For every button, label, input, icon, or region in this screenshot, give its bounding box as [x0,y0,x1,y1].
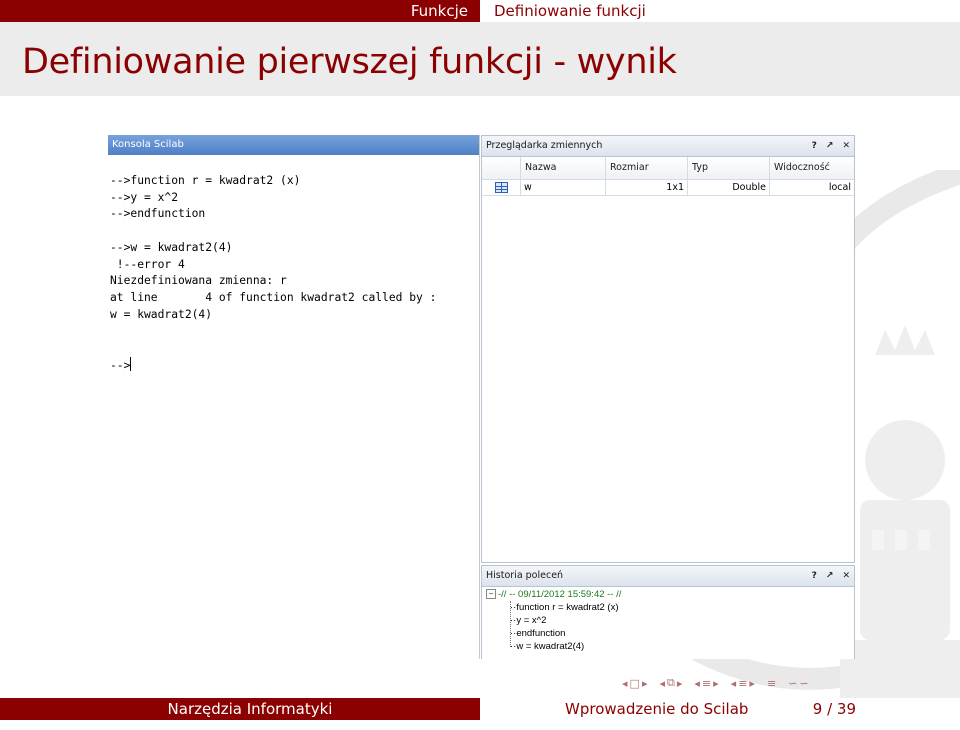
section-link[interactable]: Funkcje [411,2,480,20]
footer-bar: Narzędzia Informatyki Wprowadzenie do Sc… [0,698,960,720]
help-icon[interactable]: ? [812,136,817,156]
page-title: Definiowanie pierwszej funkcji - wynik [22,42,677,82]
variable-browser-titlebar: Przeglądarka zmiennych ? ↗ ✕ [482,136,854,157]
variable-table-header: Nazwa Rozmiar Typ Widoczność [482,157,854,180]
variable-name: w [520,180,605,196]
column-header-type[interactable]: Typ [687,157,769,179]
variable-type: Double [687,180,769,196]
section-nav: Funkcje [0,0,480,22]
nav-align-icon[interactable]: ≡ [767,677,776,690]
nav-prev-icon[interactable]: ◂ [694,677,700,690]
nav-document-icon[interactable]: ≡ [738,677,747,690]
column-header-visibility[interactable]: Widoczność [769,157,854,179]
subsection-link[interactable]: Definiowanie funkcji [480,2,646,20]
nav-section-icon[interactable]: ≡ [702,677,711,690]
footer-course: Narzędzia Informatyki [167,700,333,718]
history-entry[interactable]: ··y = x^2 [510,614,546,627]
scilab-screenshot: Konsola Scilab -->function r = kwadrat2 … [108,135,855,659]
text-cursor [130,356,132,371]
nav-prev-icon[interactable]: ◂ [659,677,665,690]
search-icon[interactable]: ∽ [788,677,797,690]
history-titlebar: Historia poleceń ? ↗ ✕ [482,566,854,587]
variable-visibility: local [769,180,854,196]
scilab-console[interactable]: Konsola Scilab -->function r = kwadrat2 … [108,135,480,659]
nav-prev-icon[interactable]: ◂ [622,677,628,690]
footer-left: Narzędzia Informatyki [0,698,480,720]
nav-next-icon[interactable]: ▸ [642,677,648,690]
nav-next-icon[interactable]: ▸ [677,677,683,690]
nav-next-icon[interactable]: ▸ [749,677,755,690]
console-title: Konsola Scilab [108,135,479,155]
history-session-node[interactable]: − -// -- 09/11/2012 15:59:42 -- // [486,588,621,601]
history-entry[interactable]: ··endfunction [510,627,565,640]
collapse-icon[interactable]: − [486,589,496,600]
command-history-panel: Historia poleceń ? ↗ ✕ − -// -- 09/11/201… [481,565,855,659]
footer-right: Wprowadzenie do Scilab 9 / 39 [480,698,960,720]
subsection-nav: Definiowanie funkcji [480,0,960,22]
variable-browser-panel: Przeglądarka zmiennych ? ↗ ✕ Nazwa Rozmi… [481,135,855,563]
variable-browser-title: Przeglądarka zmiennych [486,140,603,151]
close-icon[interactable]: ✕ [842,566,850,586]
console-prompt[interactable]: --> [110,359,130,372]
help-icon[interactable]: ? [812,566,817,586]
beamer-navigation-symbols: ◂ □ ▸ ◂ ⧉ ▸ ◂ ≡ ▸ ◂ ≡ ▸ ≡ ∽ ∽ [622,674,809,692]
undock-icon[interactable]: ↗ [826,566,834,586]
history-entry[interactable]: ··function r = kwadrat2 (x) [510,601,619,614]
matrix-icon [494,182,508,193]
history-title: Historia poleceń [486,570,564,581]
nav-prev-icon[interactable]: ◂ [731,677,737,690]
nav-subsection-icon[interactable]: ⧉ [667,676,675,690]
variable-size: 1x1 [605,180,687,196]
console-output: -->function r = kwadrat2 (x) -->y = x^2 … [110,174,437,372]
table-row[interactable]: w 1x1 Double local [482,180,854,196]
close-icon[interactable]: ✕ [842,136,850,156]
frame-title-bar: Definiowanie pierwszej funkcji - wynik [0,22,960,96]
top-navigation-bar: Funkcje Definiowanie funkcji [0,0,960,22]
footer-title: Wprowadzenie do Scilab [565,700,749,718]
nav-next-icon[interactable]: ▸ [713,677,719,690]
page-number: 9 / 39 [812,700,856,718]
column-header-name[interactable]: Nazwa [520,157,605,179]
search-icon[interactable]: ∽ [799,677,808,690]
column-header-size[interactable]: Rozmiar [605,157,687,179]
undock-icon[interactable]: ↗ [826,136,834,156]
nav-frame-icon[interactable]: □ [630,677,640,690]
history-entry[interactable]: ··w = kwadrat2(4) [510,640,584,653]
